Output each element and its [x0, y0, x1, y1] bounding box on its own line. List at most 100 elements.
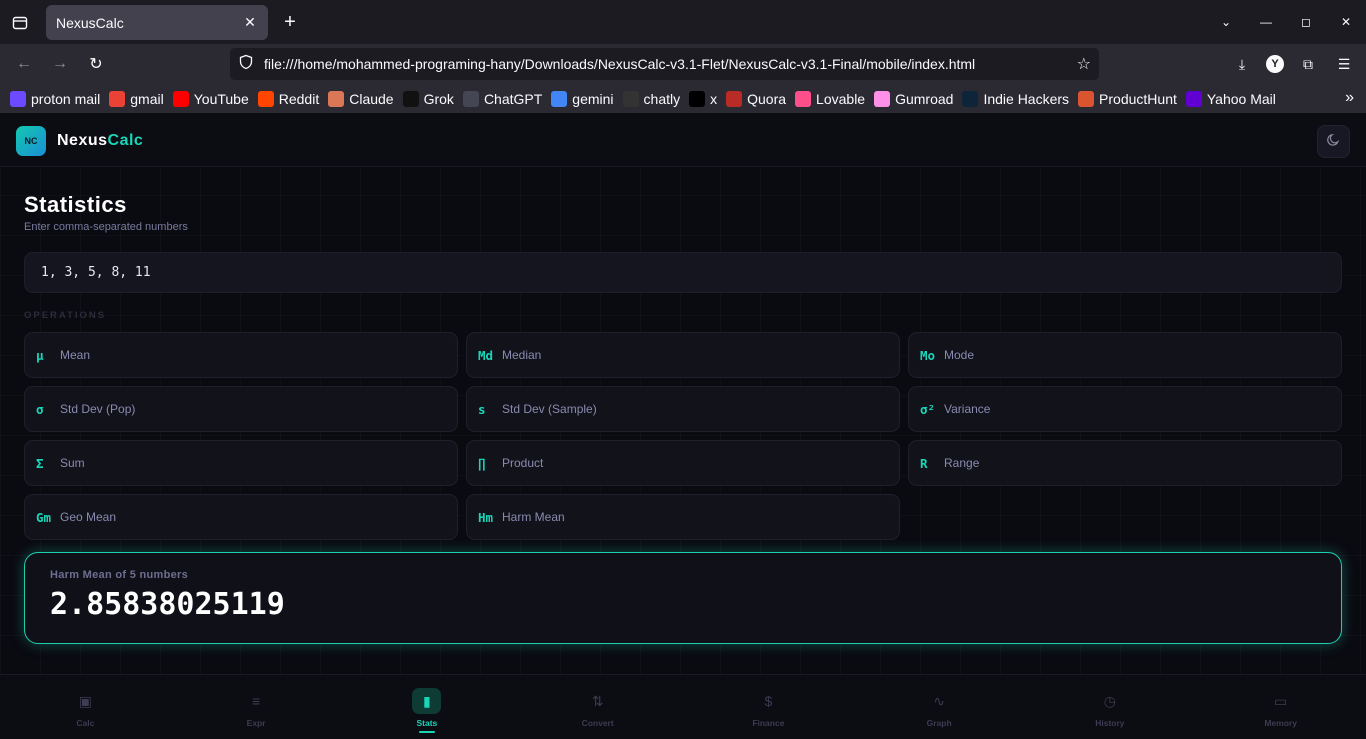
bookmark-chatly[interactable]: chatly: [622, 90, 680, 107]
bookmark-label: Quora: [747, 90, 787, 107]
bookmark-label: Indie Hackers: [983, 90, 1070, 107]
tab-close-icon[interactable]: ✕: [242, 14, 258, 31]
op-label: Product: [502, 456, 544, 470]
nav-tab-finance[interactable]: $ Finance: [683, 675, 854, 739]
convert-arrows-icon: ⇅: [591, 692, 604, 709]
bookmarks-overflow-chevron-icon[interactable]: »: [1345, 89, 1354, 107]
bookmark-proton-mail[interactable]: proton mail: [10, 90, 101, 107]
nav-tab-graph[interactable]: ∿ Graph: [854, 675, 1025, 739]
quora-icon: [726, 90, 743, 107]
proton-mail-icon: [10, 90, 26, 107]
gemini-icon: [551, 90, 568, 107]
op-label: Mode: [944, 348, 975, 362]
result-card: Harm Mean of 5 numbers 2.85838025119: [24, 552, 1342, 644]
bookmark-quora[interactable]: Quora: [726, 90, 787, 107]
brand-nexus: Nexus: [57, 131, 108, 149]
page-title: Statistics: [24, 192, 127, 217]
extensions-puzzle-icon[interactable]: ⧉: [1296, 52, 1320, 76]
bookmark-reddit[interactable]: Reddit: [257, 90, 319, 107]
bookmark-gumroad[interactable]: Gumroad: [874, 90, 954, 107]
bookmark-gmail[interactable]: gmail: [109, 90, 164, 107]
nav-tab-label: Finance: [752, 718, 785, 728]
claude-icon: [328, 90, 345, 107]
chatgpt-icon: [462, 90, 479, 107]
result-label: Harm Mean of 5 numbers: [50, 569, 189, 581]
theme-toggle-button[interactable]: [1317, 125, 1350, 158]
bookmark-indie-hackers[interactable]: Indie Hackers: [962, 90, 1070, 107]
bookmark-chatgpt[interactable]: ChatGPT: [462, 90, 542, 107]
brand-calc: Calc: [107, 131, 144, 149]
window-controls: ⌄ — ◻ ✕: [1216, 10, 1356, 34]
op-label: Median: [502, 348, 542, 362]
browser-navbar: ← → ↻ file:///home/mohammed-programing-h…: [0, 44, 1366, 84]
op-button-std-dev-pop[interactable]: σ Std Dev (Pop): [24, 386, 458, 432]
op-symbol: Mo: [920, 347, 936, 363]
nav-tab-expr[interactable]: ≡ Expr: [171, 675, 342, 739]
menu-hamburger-icon[interactable]: ☰: [1332, 52, 1356, 76]
bookmark-producthunt[interactable]: ProductHunt: [1078, 90, 1177, 107]
calculator-icon: ▣: [78, 692, 92, 709]
op-symbol: μ: [36, 347, 44, 363]
op-symbol: R: [920, 455, 928, 471]
bookmark-lovable[interactable]: Lovable: [795, 90, 866, 107]
minimize-icon[interactable]: —: [1256, 10, 1276, 34]
profile-avatar[interactable]: Y: [1266, 55, 1284, 73]
bookmark-label: Gumroad: [895, 90, 954, 107]
url-text[interactable]: file:///home/mohammed-programing-hany/Do…: [264, 56, 1077, 72]
op-button-mode[interactable]: Mo Mode: [908, 332, 1342, 378]
op-button-product[interactable]: ∏ Product: [466, 440, 900, 486]
bookmark-grok[interactable]: Grok: [402, 90, 454, 107]
app-brand: NexusCalc: [57, 132, 143, 150]
op-button-geo-mean[interactable]: Gm Geo Mean: [24, 494, 458, 540]
op-label: Geo Mean: [60, 510, 117, 524]
reload-icon[interactable]: ↻: [84, 52, 108, 76]
tab-list-icon[interactable]: [8, 11, 32, 35]
nav-tab-stats[interactable]: ▮ Stats: [342, 675, 513, 739]
nav-tab-label: Memory: [1264, 718, 1297, 728]
bookmark-star-icon[interactable]: ☆: [1077, 54, 1091, 74]
app-logo: NC: [16, 125, 46, 156]
op-button-range[interactable]: R Range: [908, 440, 1342, 486]
op-symbol: Md: [478, 347, 494, 363]
bookmark-label: Claude: [349, 90, 394, 107]
nav-tab-convert[interactable]: ⇅ Convert: [512, 675, 683, 739]
nav-tab-history[interactable]: ◷ History: [1025, 675, 1196, 739]
bookmark-claude[interactable]: Claude: [328, 90, 394, 107]
tab-overflow-chevron-icon[interactable]: ⌄: [1216, 10, 1236, 34]
op-button-median[interactable]: Md Median: [466, 332, 900, 378]
browser-tab-active[interactable]: NexusCalc ✕: [46, 5, 268, 40]
op-button-mean[interactable]: μ Mean: [24, 332, 458, 378]
bookmark-label: gmail: [130, 90, 164, 107]
op-button-variance[interactable]: σ² Variance: [908, 386, 1342, 432]
numbers-input[interactable]: [24, 252, 1342, 293]
forward-arrow-icon[interactable]: →: [48, 52, 72, 76]
site-info-shield-icon[interactable]: [238, 54, 254, 75]
maximize-icon[interactable]: ◻: [1296, 10, 1316, 34]
bookmark-label: proton mail: [31, 90, 101, 107]
memory-icon: ▭: [1274, 692, 1288, 709]
op-symbol: σ²: [920, 401, 936, 417]
bookmark-label: YouTube: [193, 90, 249, 107]
bookmark-label: Yahoo Mail: [1206, 90, 1276, 107]
bookmark-label: Lovable: [816, 90, 866, 107]
downloads-icon[interactable]: ⤓: [1230, 52, 1254, 76]
op-symbol: Σ: [36, 455, 44, 471]
url-bar[interactable]: file:///home/mohammed-programing-hany/Do…: [230, 48, 1099, 80]
new-tab-icon[interactable]: +: [278, 10, 302, 34]
close-window-icon[interactable]: ✕: [1336, 10, 1356, 34]
op-label: Sum: [60, 456, 85, 470]
op-symbol: ∏: [478, 455, 486, 471]
operations-label: OPERATIONS: [24, 310, 107, 321]
bookmark-yahoo-mail[interactable]: Yahoo Mail: [1185, 90, 1276, 107]
back-arrow-icon[interactable]: ←: [12, 52, 36, 76]
op-button-harm-mean[interactable]: Hm Harm Mean: [466, 494, 900, 540]
nav-tab-calc[interactable]: ▣ Calc: [0, 675, 171, 739]
bookmark-label: ProductHunt: [1099, 90, 1177, 107]
op-label: Range: [944, 456, 980, 470]
op-button-std-dev-sample[interactable]: s Std Dev (Sample): [466, 386, 900, 432]
nav-tab-memory[interactable]: ▭ Memory: [1195, 675, 1366, 739]
bookmark-gemini[interactable]: gemini: [551, 90, 614, 107]
bookmark-youtube[interactable]: YouTube: [172, 90, 249, 107]
bookmark-x[interactable]: x: [689, 90, 717, 107]
op-button-sum[interactable]: Σ Sum: [24, 440, 458, 486]
